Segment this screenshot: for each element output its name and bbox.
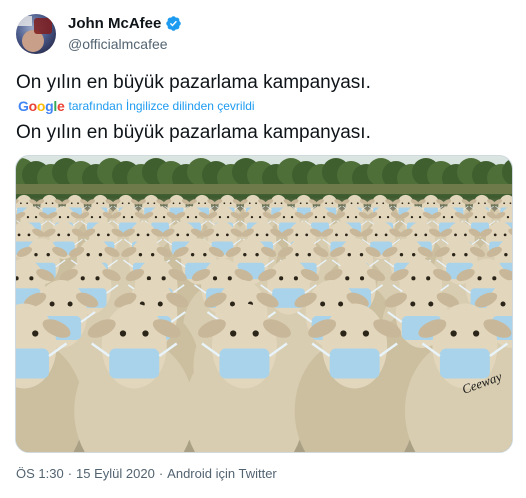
author-handle[interactable]: @officialmcafee [68,36,168,52]
tweet-footer: ÖS 1:30 · 15 Eylül 2020 · Android için T… [16,466,277,481]
sheep [74,303,195,452]
sheep [294,303,415,452]
tweet-source[interactable]: Android için Twitter [167,466,277,481]
avatar[interactable] [16,14,56,54]
tweet-text: On yılın en büyük pazarlama kampanyası. [16,72,371,93]
author-name-row[interactable]: John McAfee [68,15,182,32]
verified-badge-icon [166,16,182,31]
author-display-name[interactable]: John McAfee [68,15,161,32]
translation-attribution[interactable]: Google tarafından İngilizce dilinden çev… [18,98,255,114]
tweet-card: John McAfee @officialmcafee On yılın en … [0,0,526,498]
sheep-photo: Ceeway [16,158,512,452]
google-logo: Google [18,98,65,114]
translated-text: On yılın en büyük pazarlama kampanyası. [16,122,371,143]
sheep [184,303,305,452]
tweet-time[interactable]: ÖS 1:30 [16,466,64,481]
footer-separator-2: · [158,466,164,481]
translation-note[interactable]: tarafından İngilizce dilinden çevrildi [68,99,254,113]
tweet-media-image[interactable]: Ceeway [15,155,513,453]
footer-separator: · [67,466,73,481]
tweet-date[interactable]: 15 Eylül 2020 [76,466,155,481]
